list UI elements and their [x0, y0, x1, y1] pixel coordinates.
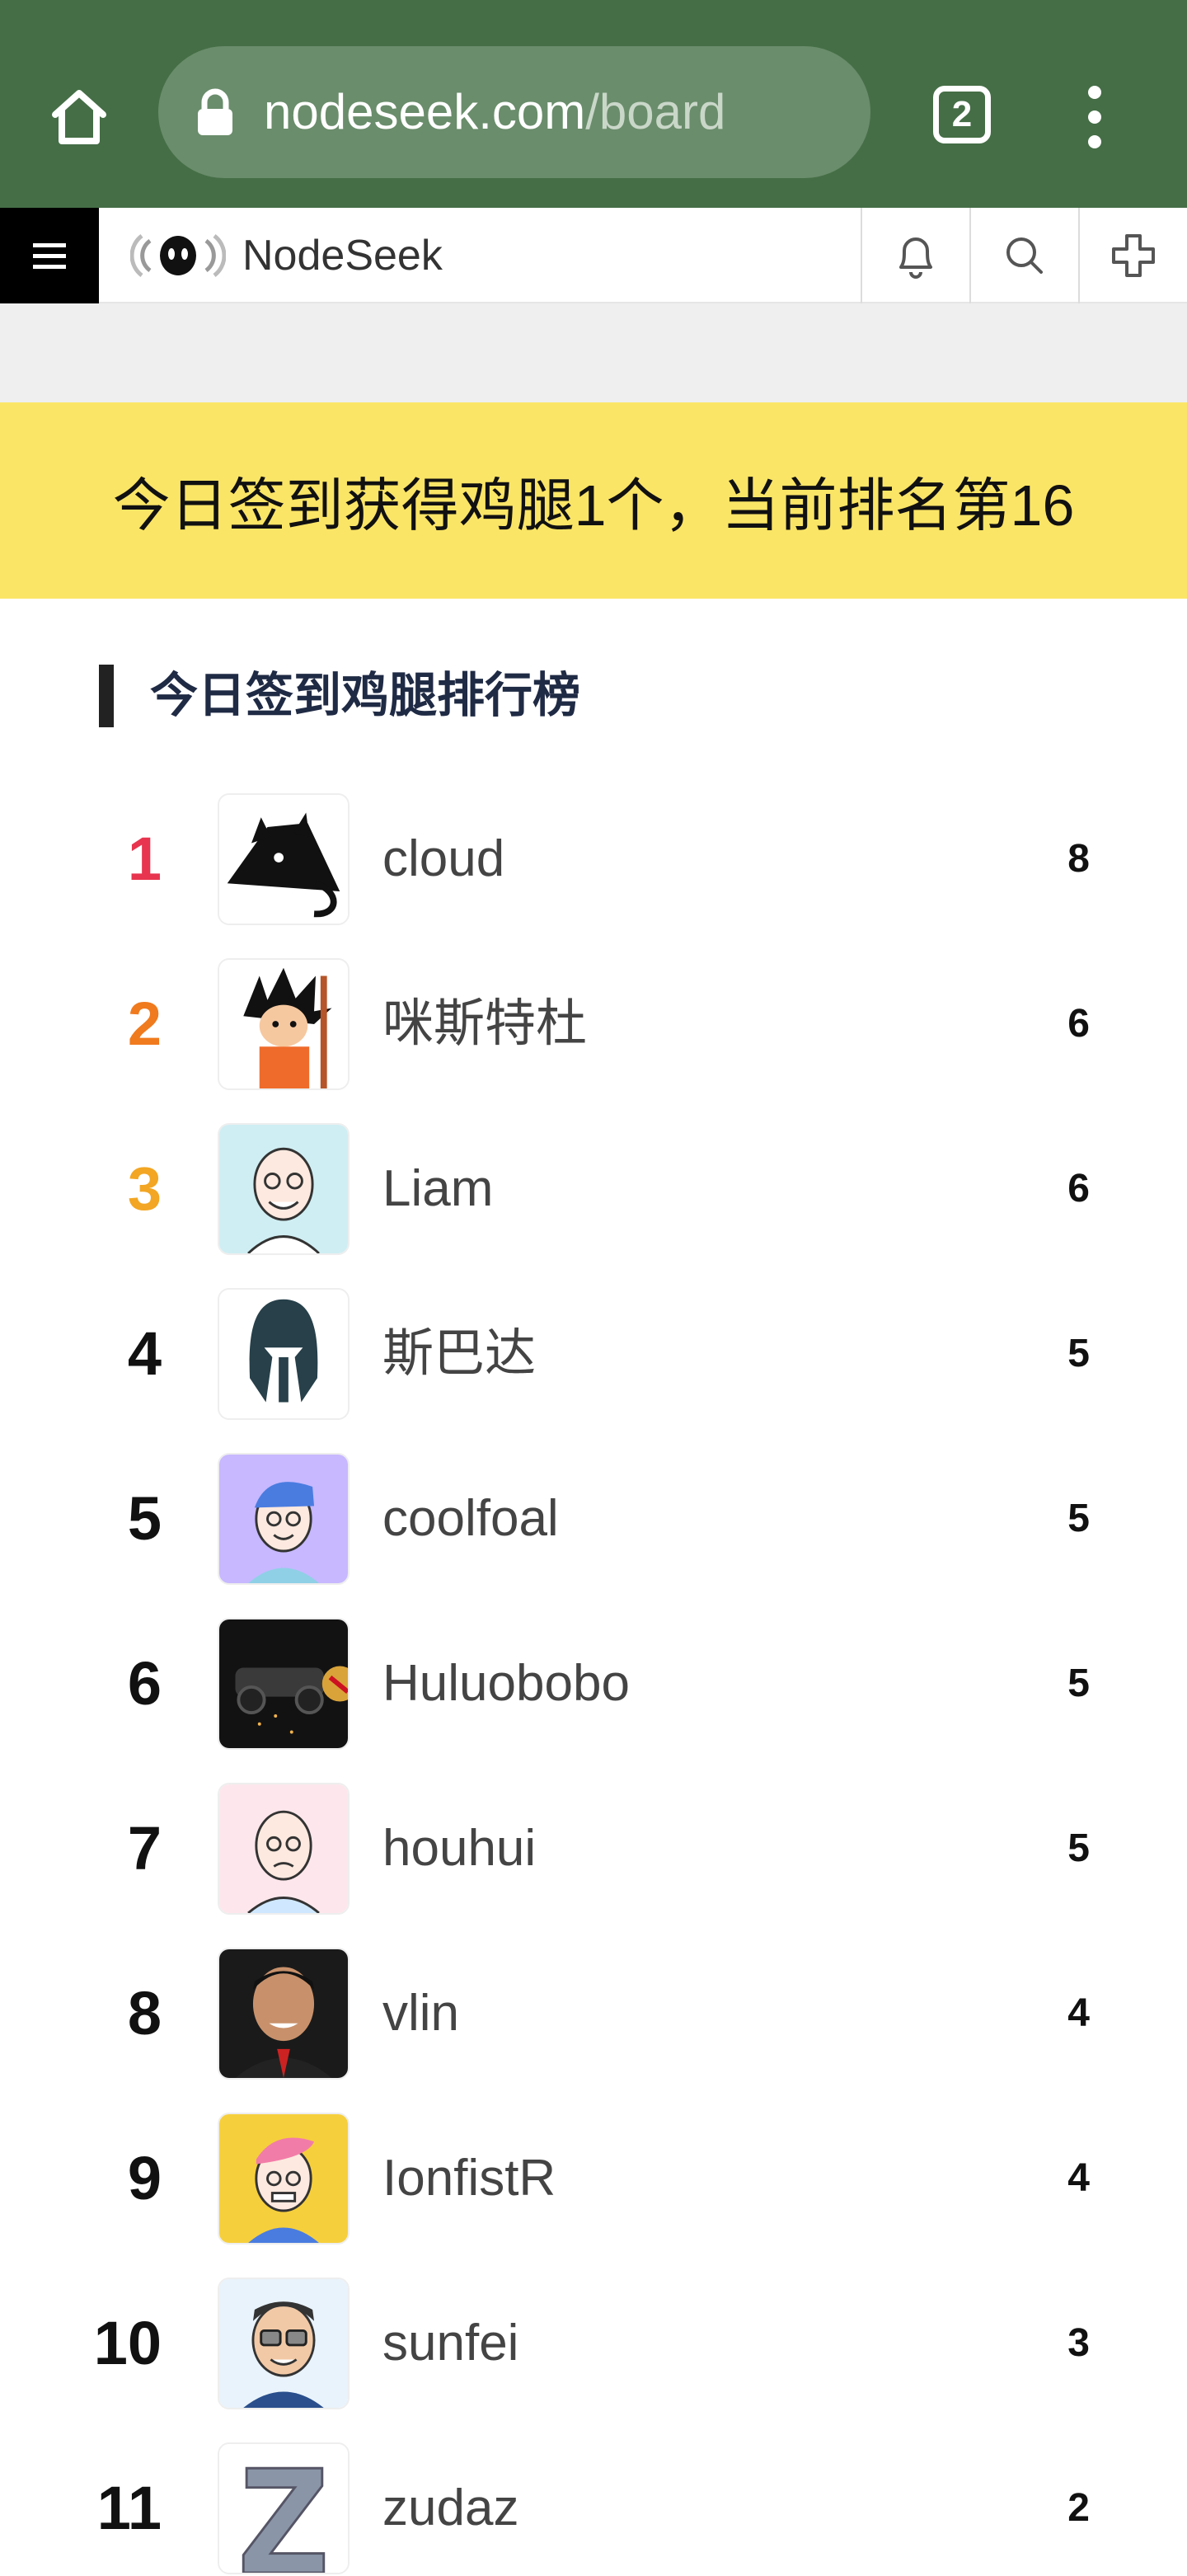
drumstick-count: 4 [1067, 1991, 1090, 2035]
cartoon-pink-avatar[interactable] [218, 1783, 350, 1915]
username-link[interactable]: vlin [382, 1946, 459, 2081]
rank-number: 6 [127, 1649, 162, 1718]
cartoon-man-avatar[interactable] [218, 1123, 350, 1255]
rank-number: 11 [96, 2474, 162, 2542]
leaderboard-row[interactable]: 3 Liam 6 [0, 1121, 1187, 1257]
leaderboard-row[interactable]: 11 zudaz 2 [0, 2441, 1187, 2576]
cartoon-purple-avatar[interactable] [218, 1453, 350, 1585]
nodeseek-logo-icon[interactable] [130, 231, 226, 280]
spacer-band [0, 303, 1187, 402]
drumstick-count: 6 [1067, 1002, 1090, 1046]
username-link[interactable]: 咪斯特杜 [382, 957, 587, 1092]
anime-boy-avatar[interactable] [218, 958, 350, 1090]
letter-z-avatar[interactable] [218, 2442, 350, 2574]
username-link[interactable]: Huluobobo [382, 1616, 630, 1751]
leaderboard-row[interactable]: 9 IonfistR 4 [0, 2111, 1187, 2246]
drumstick-count: 3 [1067, 2321, 1090, 2365]
drumstick-count: 8 [1067, 837, 1090, 881]
rank-number: 10 [93, 2309, 162, 2377]
username-link[interactable]: IonfistR [382, 2111, 556, 2246]
drumstick-count: 5 [1067, 1497, 1090, 1540]
rank-number: 3 [127, 1154, 162, 1223]
rank-number: 2 [127, 990, 162, 1058]
username-link[interactable]: houhui [382, 1781, 536, 1916]
leaderboard-row[interactable]: 2 咪斯特杜 6 [0, 957, 1187, 1092]
new-post-plus-icon[interactable] [1078, 208, 1187, 303]
tab-count-button[interactable]: 2 [933, 86, 991, 143]
username-link[interactable]: coolfoal [382, 1451, 559, 1586]
racecar-photo-avatar[interactable] [218, 1618, 350, 1750]
username-link[interactable]: 斯巴达 [382, 1286, 536, 1422]
more-menu-icon[interactable] [1078, 79, 1111, 153]
url-host: nodeseek.com [264, 84, 586, 139]
checkin-notice-text: 今日签到获得鸡腿1个，当前排名第16 [112, 472, 1075, 538]
rank-number: 1 [127, 825, 162, 893]
cartoon-yellow-avatar[interactable] [218, 2113, 350, 2245]
leaderboard-row[interactable]: 8 vlin 4 [0, 1946, 1187, 2081]
username-link[interactable]: Liam [382, 1121, 493, 1257]
leaderboard-row[interactable]: 6 Huluobobo 5 [0, 1616, 1187, 1751]
leaderboard-row[interactable]: 7 houhui 5 [0, 1781, 1187, 1916]
drumstick-count: 4 [1067, 2156, 1090, 2200]
man-photo-avatar[interactable] [218, 1948, 350, 2080]
dark-bird-avatar[interactable] [218, 793, 350, 925]
hamburger-menu-icon[interactable] [0, 208, 99, 303]
home-icon[interactable] [41, 79, 117, 155]
rank-number: 8 [127, 1979, 162, 2047]
drumstick-count: 5 [1067, 1662, 1090, 1705]
browser-toolbar: nodeseek.com/board 2 [0, 0, 1187, 208]
leaderboard-row[interactable]: 4 斯巴达 5 [0, 1286, 1187, 1422]
cartoon-glasses-avatar[interactable] [218, 2278, 350, 2409]
search-icon[interactable] [969, 208, 1078, 303]
username-link[interactable]: zudaz [382, 2441, 518, 2576]
url-path: /board [585, 84, 726, 139]
drumstick-count: 5 [1067, 1826, 1090, 1870]
rank-number: 5 [127, 1484, 162, 1553]
leaderboard-row[interactable]: 10 sunfei 3 [0, 2276, 1187, 2411]
drumstick-count: 6 [1067, 1167, 1090, 1210]
rank-number: 4 [127, 1319, 162, 1388]
url-text: nodeseek.com/board [264, 46, 725, 178]
leaderboard-title: 今日签到鸡腿排行榜 [99, 665, 580, 727]
rank-number: 9 [127, 2144, 162, 2212]
rank-number: 7 [127, 1814, 162, 1883]
leaderboard-row[interactable]: 1 cloud 8 [0, 792, 1187, 927]
lock-icon [198, 88, 232, 135]
username-link[interactable]: cloud [382, 792, 504, 927]
drumstick-count: 5 [1067, 1332, 1090, 1375]
leaderboard-row[interactable]: 5 coolfoal 5 [0, 1451, 1187, 1586]
drumstick-count: 2 [1067, 2486, 1090, 2530]
notification-bell-icon[interactable] [861, 208, 969, 303]
site-brand[interactable]: NodeSeek [242, 208, 443, 303]
username-link[interactable]: sunfei [382, 2276, 518, 2411]
site-header: NodeSeek [0, 208, 1187, 303]
address-bar[interactable]: nodeseek.com/board [158, 46, 870, 178]
spartan-helmet-avatar[interactable] [218, 1288, 350, 1420]
checkin-notice: 今日签到获得鸡腿1个，当前排名第16 [0, 402, 1187, 599]
